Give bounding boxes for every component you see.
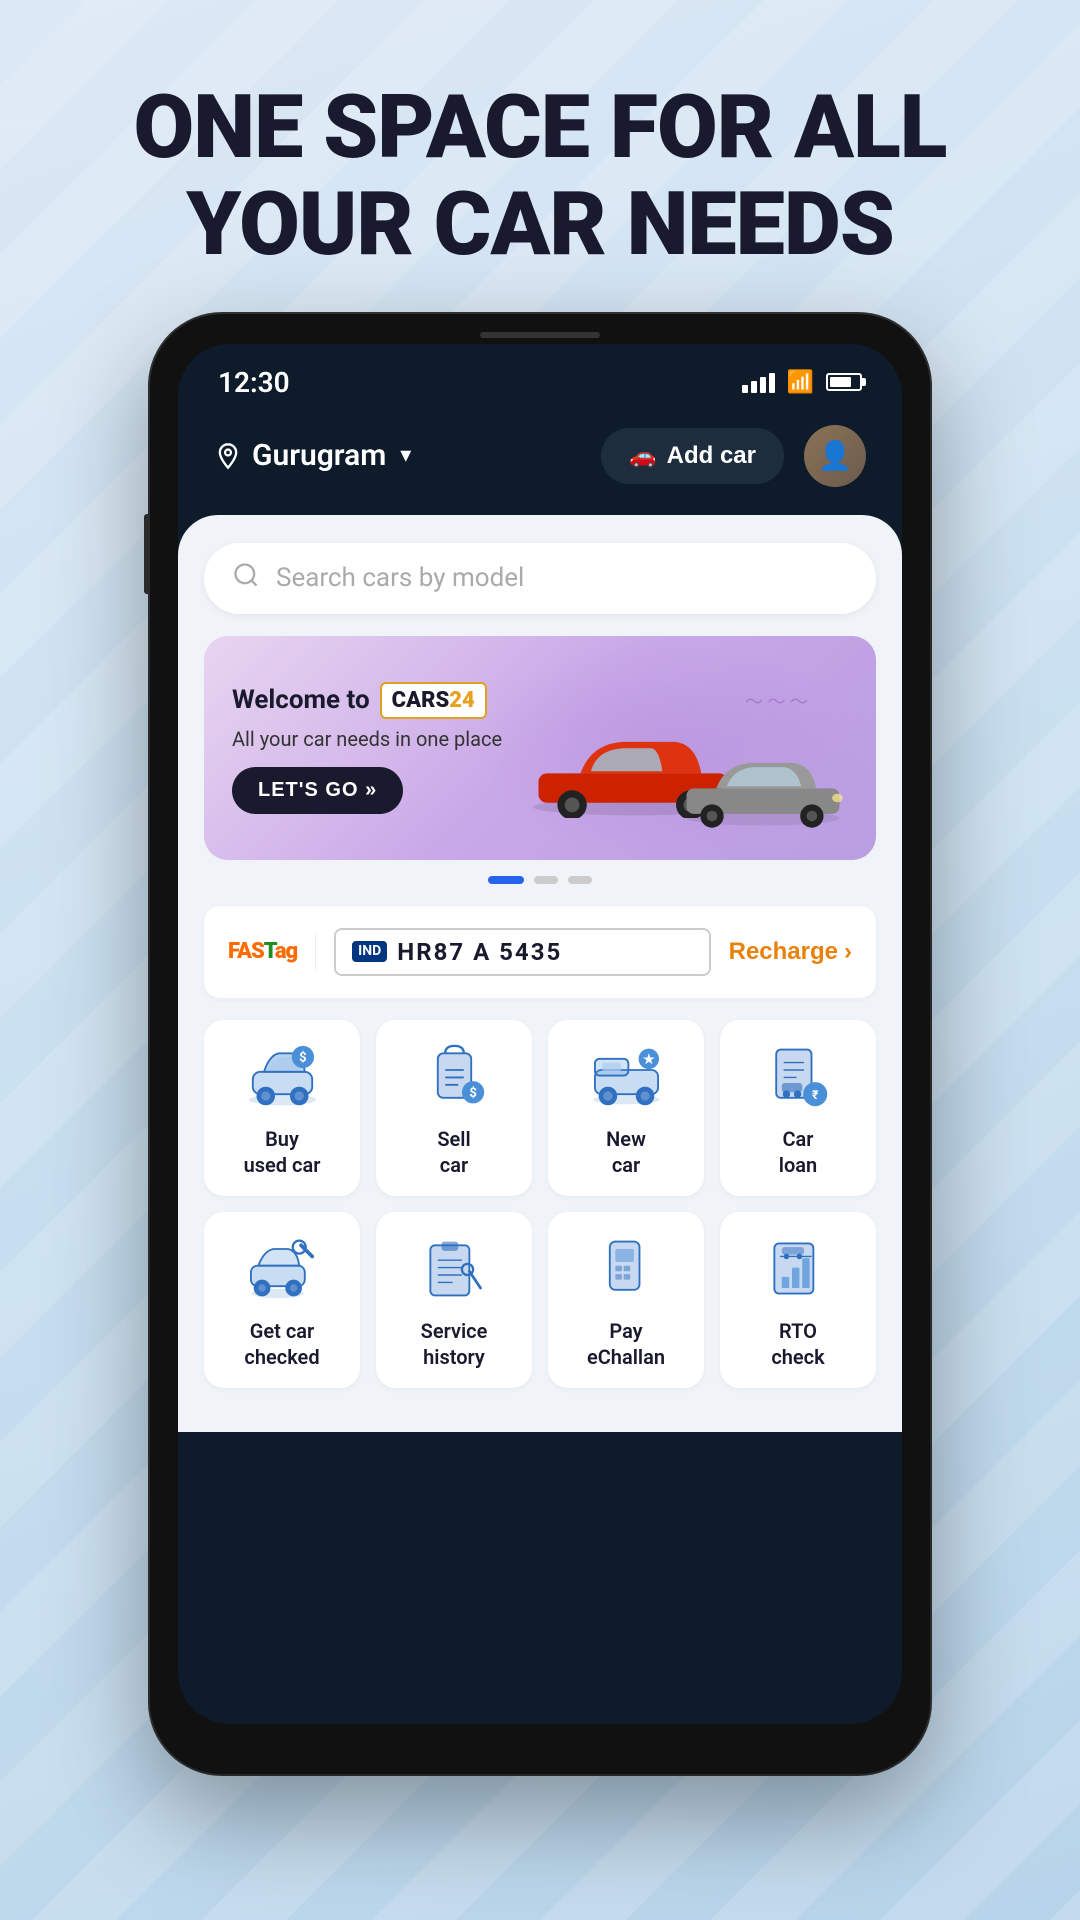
new-car-icon: ★ — [586, 1042, 666, 1112]
menu-pay-echallan[interactable]: PayeChallan — [548, 1212, 704, 1388]
rto-check-icon — [758, 1234, 838, 1304]
status-bar: 12:30 📶 — [178, 344, 902, 415]
menu-buy-used-car[interactable]: $ Buyused car — [204, 1020, 360, 1196]
plate-country: IND — [352, 941, 387, 962]
banner-title: Welcome to CARS24 — [232, 682, 528, 719]
license-plate: IND HR87 A 5435 — [334, 928, 710, 976]
svg-text:₹: ₹ — [812, 1088, 819, 1102]
location-name: Gurugram — [252, 438, 386, 473]
signal-icon — [742, 371, 775, 393]
menu-row-1: $ Buyused car — [204, 1020, 876, 1196]
add-car-label: Add car — [667, 442, 756, 470]
phone-frame: 12:30 📶 Gurugram ▾ — [150, 314, 930, 1774]
banner-content: Welcome to CARS24 All your car needs in … — [232, 682, 528, 814]
recharge-arrow-icon: › — [844, 938, 852, 966]
phone-screen: 12:30 📶 Gurugram ▾ — [178, 344, 902, 1724]
search-placeholder: Search cars by model — [276, 563, 524, 593]
buy-used-car-label: Buyused car — [244, 1126, 321, 1178]
header-right: 🚗 Add car 👤 — [601, 425, 866, 487]
status-icons: 📶 — [742, 370, 862, 395]
sell-car-icon: $ — [414, 1042, 494, 1112]
location-selector[interactable]: Gurugram ▾ — [214, 438, 411, 473]
search-bar[interactable]: Search cars by model — [204, 543, 876, 614]
service-history-icon — [414, 1234, 494, 1304]
menu-service-history[interactable]: Servicehistory — [376, 1212, 532, 1388]
status-time: 12:30 — [218, 366, 290, 399]
lets-go-button[interactable]: LET'S GO » — [232, 767, 403, 814]
new-car-label: Newcar — [606, 1126, 646, 1178]
car-loan-icon: ₹ — [758, 1042, 838, 1112]
svg-text:$: $ — [469, 1086, 476, 1101]
car-icon: 🚗 — [629, 443, 656, 469]
add-car-button[interactable]: 🚗 Add car — [601, 428, 784, 484]
menu-row-2: Get carchecked — [204, 1212, 876, 1388]
get-car-checked-label: Get carchecked — [244, 1318, 319, 1370]
menu-rto-check[interactable]: RTOcheck — [720, 1212, 876, 1388]
promo-banner[interactable]: Welcome to CARS24 All your car needs in … — [204, 636, 876, 860]
app-header: Gurugram ▾ 🚗 Add car 👤 — [178, 415, 902, 515]
menu-car-loan[interactable]: ₹ Carloan — [720, 1020, 876, 1196]
avatar[interactable]: 👤 — [804, 425, 866, 487]
dot-1 — [488, 876, 524, 884]
search-icon — [232, 561, 260, 596]
banner-subtitle: All your car needs in one place — [232, 727, 528, 751]
divider — [315, 934, 316, 970]
main-content: Search cars by model Welcome to CARS24 A… — [178, 515, 902, 1432]
svg-text:$: $ — [299, 1051, 306, 1066]
avatar-image: 👤 — [818, 439, 853, 472]
rto-check-label: RTOcheck — [771, 1318, 824, 1370]
battery-icon — [826, 373, 862, 391]
headline-section: ONE SPACE FOR ALL YOUR CAR NEEDS — [0, 0, 1080, 314]
sell-car-label: Sellcar — [437, 1126, 470, 1178]
menu-get-car-checked[interactable]: Get carchecked — [204, 1212, 360, 1388]
chevron-down-icon: ▾ — [400, 443, 411, 468]
wifi-icon: 📶 — [787, 370, 814, 395]
cars24-number: 24 — [449, 688, 475, 713]
fastag-strip[interactable]: FASTag IND HR87 A 5435 Recharge › — [204, 906, 876, 998]
banner-cars-illustration: 〜 〜 〜 — [528, 668, 848, 828]
car-loan-label: Carloan — [779, 1126, 817, 1178]
service-history-label: Servicehistory — [421, 1318, 488, 1370]
gray-car-illustration — [678, 748, 848, 828]
svg-text:★: ★ — [642, 1053, 654, 1068]
cars24-logo: CARS24 — [380, 682, 487, 719]
menu-new-car[interactable]: ★ Newcar — [548, 1020, 704, 1196]
buy-used-car-icon: $ — [242, 1042, 322, 1112]
dot-3 — [568, 876, 592, 884]
recharge-button[interactable]: Recharge › — [729, 938, 852, 966]
headline-text: ONE SPACE FOR ALL YOUR CAR NEEDS — [60, 80, 1020, 274]
pay-echallan-icon — [586, 1234, 666, 1304]
dot-2 — [534, 876, 558, 884]
pay-echallan-label: PayeChallan — [587, 1318, 665, 1370]
plate-number: HR87 A 5435 — [397, 938, 562, 966]
location-pin-icon — [214, 442, 242, 470]
banner-dots — [204, 876, 876, 884]
birds-decoration: 〜 〜 〜 — [745, 688, 808, 714]
fastag-logo: FASTag — [228, 939, 297, 964]
menu-sell-car[interactable]: $ Sellcar — [376, 1020, 532, 1196]
get-car-checked-icon — [242, 1234, 322, 1304]
